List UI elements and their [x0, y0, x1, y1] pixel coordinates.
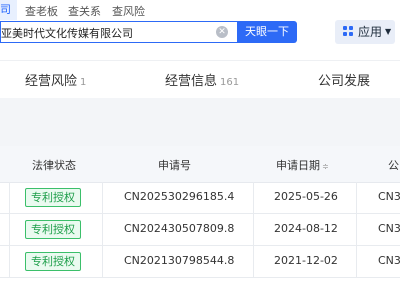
section-nav: 经营风险 1 经营信息 161 公司发展 [0, 60, 400, 98]
status-badge: 专利授权 [25, 188, 81, 207]
nav-item-label: 经营风险 [25, 74, 78, 89]
table-row: 专利授权 CN202430507809.8 2024-08-12 CN3 [0, 214, 400, 246]
header-application-date[interactable]: 申请日期 ≑ [276, 157, 329, 173]
apps-grid-icon [343, 26, 354, 37]
header-application-no: 申请号 [158, 159, 191, 172]
header-publication: 公 [388, 159, 399, 172]
header-legal-status: 法律状态 [32, 159, 76, 172]
nav-item-business-info[interactable]: 经营信息 161 [165, 70, 239, 89]
application-date: 2025-05-26 [274, 190, 338, 203]
tab-risk[interactable]: 查风险 [112, 3, 145, 19]
application-number[interactable]: CN202530296185.4 [124, 190, 234, 203]
nav-item-company-development[interactable]: 公司发展 [318, 70, 370, 89]
tab-relations[interactable]: 查关系 [68, 3, 101, 19]
application-number[interactable]: CN202130798544.8 [124, 254, 234, 267]
status-badge: 专利授权 [25, 220, 81, 239]
search-button[interactable]: 天眼一下 [237, 21, 297, 43]
publication-number: CN3 [378, 254, 400, 267]
nav-item-label: 经营信息 [165, 74, 218, 89]
clear-icon[interactable]: ✕ [216, 26, 228, 38]
nav-item-label: 公司发展 [318, 74, 371, 89]
table-row: 专利授权 CN202130798544.8 2021-12-02 CN3 [0, 246, 400, 278]
spacer [0, 98, 400, 146]
search-input[interactable]: 亚美时代文化传媒有限公司 ✕ [0, 21, 237, 43]
apps-label: 应用 [358, 25, 383, 39]
nav-item-business-risk[interactable]: 经营风险 1 [25, 70, 86, 89]
tab-company[interactable]: 司 [0, 0, 17, 20]
application-date: 2021-12-02 [274, 254, 338, 267]
publication-number: CN3 [378, 222, 400, 235]
search-input-value: 亚美时代文化传媒有限公司 [1, 27, 133, 40]
status-badge: 专利授权 [25, 252, 81, 271]
nav-item-count: 1 [80, 77, 87, 88]
application-number[interactable]: CN202430507809.8 [124, 222, 234, 235]
patent-table: 法律状态 申请号 申请日期 ≑ 公 专利授权 CN202530296185.4 2… [0, 146, 400, 300]
table-header: 法律状态 申请号 申请日期 ≑ 公 [0, 146, 400, 183]
sort-icon[interactable]: ≑ [322, 162, 329, 171]
application-date: 2024-08-12 [274, 222, 338, 235]
tab-boss[interactable]: 查老板 [25, 3, 58, 19]
table-row: 专利授权 CN202530296185.4 2025-05-26 CN3 [0, 182, 400, 214]
publication-number: CN3 [378, 190, 400, 203]
nav-item-count: 161 [220, 77, 240, 88]
apps-menu-button[interactable]: 应用 ▼ [335, 20, 395, 44]
top-header: 司 查老板 查关系 查风险 亚美时代文化传媒有限公司 ✕ 天眼一下 应用 ▼ [0, 0, 400, 60]
chevron-down-icon: ▼ [385, 27, 392, 36]
